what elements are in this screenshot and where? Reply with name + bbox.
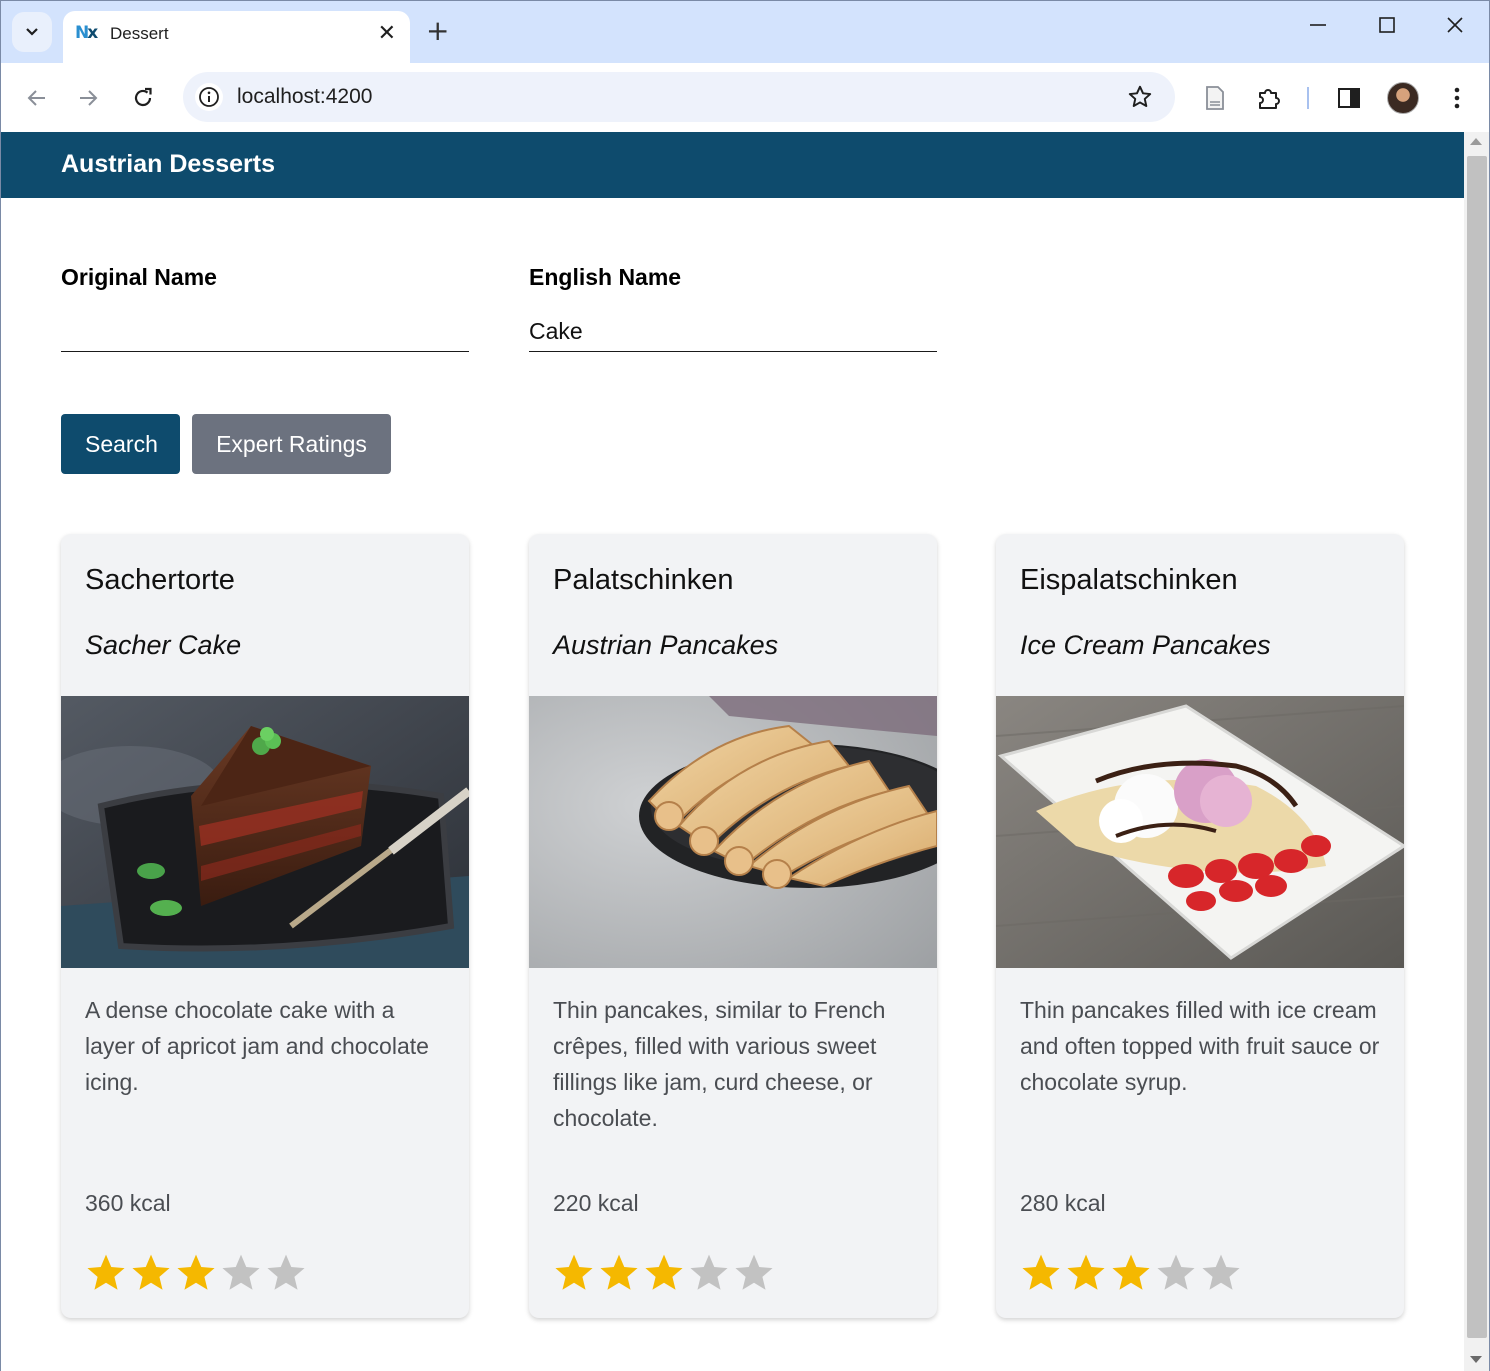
plus-icon[interactable]: + [426, 16, 449, 46]
scroll-up-icon[interactable] [1470, 138, 1482, 145]
avatar[interactable] [1387, 82, 1419, 114]
dessert-calories: 220 kcal [553, 1190, 639, 1216]
browser-tab[interactable]: Nx Dessert ✕ [63, 11, 410, 63]
chocolate-cake-slice-photo [61, 696, 469, 968]
dessert-description: Thin pancakes, similar to French crêpes,… [553, 997, 886, 1131]
close-icon[interactable]: ✕ [378, 21, 396, 46]
browser-toolbar: localhost:4200 [1, 63, 1489, 133]
toolbar-separator [1307, 87, 1309, 109]
star-filled-icon[interactable] [1065, 1252, 1110, 1294]
star-filled-icon[interactable] [553, 1252, 598, 1294]
address-bar[interactable]: localhost:4200 [183, 72, 1175, 122]
dessert-original-name: Palatschinken [553, 564, 734, 596]
original-name-label: Original Name [61, 264, 217, 290]
search-button[interactable]: Search [61, 414, 180, 474]
english-name-field: English Name [529, 264, 937, 352]
rolled-pancakes-photo [529, 696, 937, 968]
extensions-icon[interactable] [1254, 83, 1284, 113]
app-header: Austrian Desserts [1, 132, 1464, 198]
back-arrow-icon[interactable] [21, 83, 51, 113]
star-filled-icon[interactable] [1020, 1252, 1065, 1294]
dessert-original-name: Eispalatschinken [1020, 564, 1238, 596]
english-name-label: English Name [529, 264, 682, 290]
expert-ratings-button[interactable]: Expert Ratings [192, 414, 391, 474]
star-filled-icon[interactable] [1110, 1252, 1155, 1294]
side-panel-icon[interactable] [1334, 83, 1364, 113]
dessert-calories: 280 kcal [1020, 1190, 1106, 1216]
tab-bar: Nx Dessert ✕ + [1, 1, 1489, 63]
rating-stars[interactable] [1020, 1252, 1245, 1294]
tab-title: Dessert [110, 24, 169, 43]
minimize-icon[interactable] [1309, 15, 1327, 41]
star-filled-icon[interactable] [598, 1252, 643, 1294]
scroll-down-icon[interactable] [1470, 1356, 1482, 1363]
info-icon[interactable] [195, 83, 223, 111]
more-vert-icon[interactable] [1442, 83, 1472, 113]
star-empty-icon[interactable] [688, 1252, 733, 1294]
window-close-icon[interactable] [1446, 15, 1464, 41]
dessert-card: Sachertorte Sacher Cake A dense chocolat… [61, 534, 469, 1318]
original-name-input[interactable] [61, 312, 469, 352]
star-empty-icon[interactable] [265, 1252, 310, 1294]
ice-cream-pancakes-photo [996, 696, 1404, 968]
tab-search-button[interactable] [12, 12, 52, 52]
star-icon[interactable] [1127, 84, 1153, 114]
dessert-english-name: Austrian Pancakes [553, 630, 779, 660]
reload-icon[interactable] [128, 83, 158, 113]
star-filled-icon[interactable] [643, 1252, 688, 1294]
star-empty-icon[interactable] [1155, 1252, 1200, 1294]
browser-chrome: Nx Dessert ✕ + localhost:4200 [0, 0, 1490, 133]
page-viewport: Austrian Desserts Original Name English … [0, 132, 1464, 1371]
chevron-down-icon [26, 28, 38, 36]
dessert-description: A dense chocolate cake with a layer of a… [85, 997, 429, 1095]
vertical-scrollbar[interactable] [1464, 132, 1490, 1371]
forward-arrow-icon[interactable] [74, 83, 104, 113]
maximize-icon[interactable] [1378, 15, 1396, 41]
nx-favicon-icon: Nx [75, 23, 98, 43]
star-filled-icon[interactable] [175, 1252, 220, 1294]
app-title: Austrian Desserts [61, 150, 275, 178]
dessert-english-name: Ice Cream Pancakes [1020, 630, 1271, 660]
dessert-description: Thin pancakes filled with ice cream and … [1020, 997, 1380, 1095]
page-icon[interactable] [1200, 83, 1230, 113]
scrollbar-thumb[interactable] [1467, 156, 1487, 1338]
english-name-input[interactable] [529, 312, 937, 352]
star-filled-icon[interactable] [130, 1252, 175, 1294]
dessert-english-name: Sacher Cake [85, 630, 242, 660]
dessert-calories: 360 kcal [85, 1190, 171, 1216]
dessert-card: Eispalatschinken Ice Cream Pancakes Thin… [996, 534, 1404, 1318]
dessert-card: Palatschinken Austrian Pancakes Thin pan… [529, 534, 937, 1318]
original-name-field: Original Name [61, 264, 469, 352]
rating-stars[interactable] [553, 1252, 778, 1294]
rating-stars[interactable] [85, 1252, 310, 1294]
star-empty-icon[interactable] [1200, 1252, 1245, 1294]
star-empty-icon[interactable] [733, 1252, 778, 1294]
dessert-original-name: Sachertorte [85, 564, 235, 596]
star-filled-icon[interactable] [85, 1252, 130, 1294]
star-empty-icon[interactable] [220, 1252, 265, 1294]
url-text[interactable]: localhost:4200 [237, 85, 372, 109]
